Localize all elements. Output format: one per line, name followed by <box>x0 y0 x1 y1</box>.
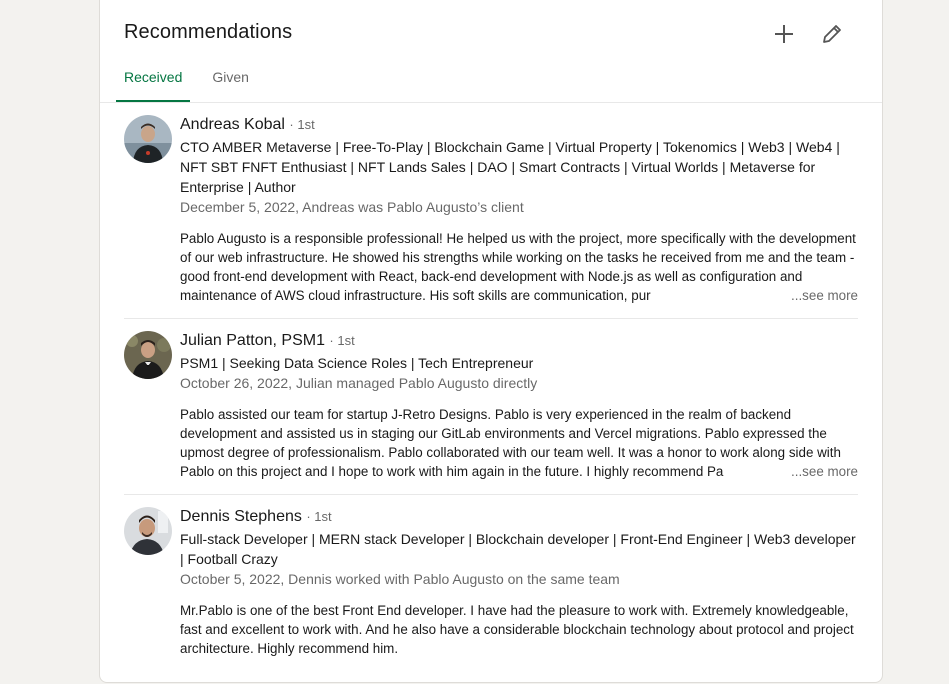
recommendation-item: Julian Patton, PSM1 · 1st PSM1 | Seeking… <box>124 331 858 495</box>
avatar[interactable] <box>124 507 172 555</box>
recommendation-body: Dennis Stephens · 1st Full-stack Develop… <box>180 507 858 658</box>
recommendation-text: Pablo Augusto is a responsible professio… <box>180 229 858 305</box>
recommender-name-line: Dennis Stephens · 1st <box>180 507 858 529</box>
tab-given[interactable]: Given <box>204 57 257 102</box>
recommendation-body: Andreas Kobal · 1st CTO AMBER Metaverse … <box>180 115 858 305</box>
plus-icon <box>775 25 793 43</box>
pencil-icon <box>823 25 841 43</box>
recommender-headline: Full-stack Developer | MERN stack Develo… <box>180 531 856 567</box>
avatar[interactable] <box>124 115 172 163</box>
recommendation-text-body: Mr.Pablo is one of the best Front End de… <box>180 603 854 656</box>
connection-degree: · 1st <box>289 117 315 132</box>
recommendation-text: Pablo assisted our team for startup J-Re… <box>180 405 858 481</box>
recommender-name-line: Julian Patton, PSM1 · 1st <box>180 331 858 353</box>
recommender-headline: CTO AMBER Metaverse | Free-To-Play | Blo… <box>180 139 840 195</box>
recommender-name[interactable]: Dennis Stephens <box>180 508 302 525</box>
recommendation-meta: December 5, 2022, Andreas was Pablo Augu… <box>180 199 524 215</box>
add-recommendation-button[interactable] <box>769 19 799 49</box>
card-header: Recommendations <box>124 19 858 49</box>
see-more-link[interactable]: ...see more <box>785 462 858 481</box>
recommender-headline: PSM1 | Seeking Data Science Roles | Tech… <box>180 355 534 371</box>
recommendation-meta: October 5, 2022, Dennis worked with Pabl… <box>180 571 620 587</box>
avatar[interactable] <box>124 331 172 379</box>
divider <box>124 318 858 319</box>
recommendations-card: Recommendations Received Given Andreas K… <box>99 0 883 683</box>
recommendation-text-body: Pablo Augusto is a responsible professio… <box>180 231 856 303</box>
recommender-name-line: Andreas Kobal · 1st <box>180 115 858 137</box>
recommendation-tabs: Received Given <box>116 57 271 102</box>
recommendation-item: Andreas Kobal · 1st CTO AMBER Metaverse … <box>124 115 858 319</box>
see-more-link[interactable]: ...see more <box>785 286 858 305</box>
card-title: Recommendations <box>124 21 293 43</box>
recommendation-text: Mr.Pablo is one of the best Front End de… <box>180 601 858 658</box>
connection-degree: · 1st <box>329 333 355 348</box>
divider <box>124 494 858 495</box>
edit-recommendations-button[interactable] <box>817 19 847 49</box>
recommendation-text-body: Pablo assisted our team for startup J-Re… <box>180 407 841 479</box>
recommender-name[interactable]: Julian Patton, PSM1 <box>180 332 325 349</box>
recommendation-meta: October 26, 2022, Julian managed Pablo A… <box>180 375 538 391</box>
tab-received[interactable]: Received <box>116 57 191 102</box>
recommender-name[interactable]: Andreas Kobal <box>180 116 285 133</box>
recommendation-body: Julian Patton, PSM1 · 1st PSM1 | Seeking… <box>180 331 858 481</box>
tabs-divider <box>100 102 882 103</box>
recommendation-item: Dennis Stephens · 1st Full-stack Develop… <box>124 507 858 667</box>
connection-degree: · 1st <box>306 509 332 524</box>
